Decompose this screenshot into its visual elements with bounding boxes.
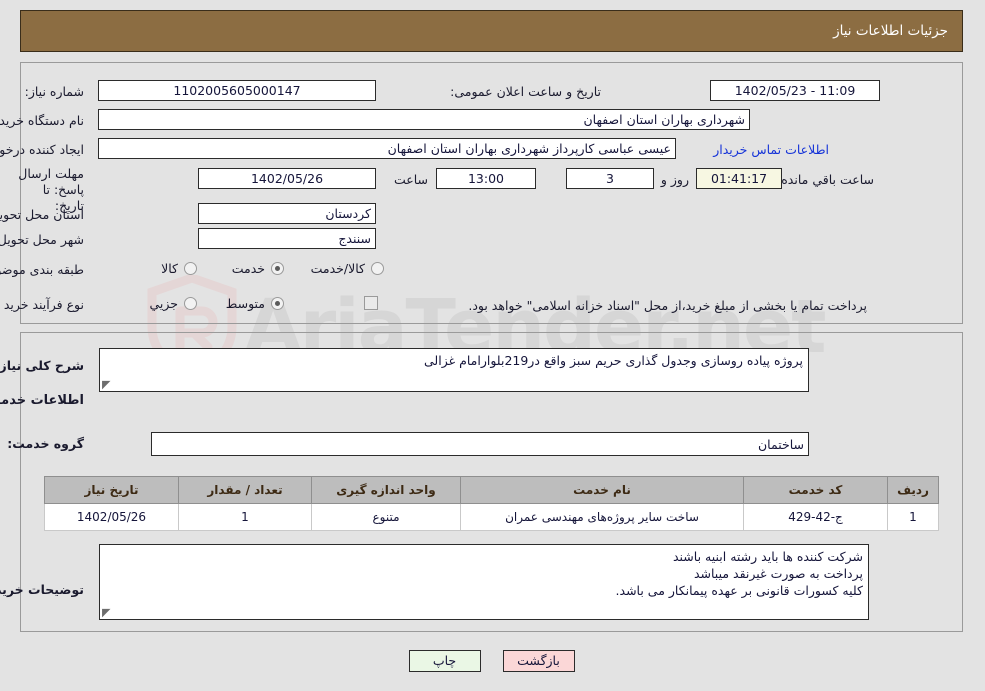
- islamic-treasury-label: پرداخت تمام یا بخشی از مبلغ خرید،از محل …: [469, 298, 868, 313]
- buyer-note-line: پرداخت به صورت غیرنقد میباشد: [694, 566, 864, 581]
- radio-category-goods-indicator[interactable]: [185, 262, 198, 275]
- cell-row-number: 1: [888, 503, 940, 531]
- remaining-days-value: 3: [567, 168, 655, 189]
- back-button[interactable]: بازگشت: [503, 650, 576, 672]
- delivery-province-label: استان محل تحویل:: [0, 207, 85, 222]
- general-description-text: پروژه پیاده روسازی وجدول گذاری حریم سبز …: [425, 353, 804, 368]
- request-creator-label: ایجاد کننده درخواست:: [0, 142, 85, 157]
- request-creator-value: عیسی عباسی کارپرداز شهرداری بهاران استان…: [99, 138, 677, 159]
- islamic-treasury-checkbox[interactable]: [365, 296, 379, 310]
- service-group-label: گروه خدمت:: [8, 436, 85, 451]
- services-info-title: اطلاعات خدمات مورد نیاز: [0, 393, 85, 408]
- remaining-hours-label: ساعت باقي مانده: [782, 172, 875, 187]
- radio-category-goods-service-label: کالا/خدمت: [311, 261, 366, 276]
- col-need-date: تاریخ نیاز: [45, 476, 180, 504]
- announcement-datetime-value: 11:09 - 1402/05/23: [711, 80, 881, 101]
- radio-category-goods-service-indicator[interactable]: [372, 262, 385, 275]
- buyer-contact-link[interactable]: اطلاعات تماس خریدار: [714, 142, 830, 157]
- purchase-process-label: نوع فرآیند خرید :: [0, 297, 85, 312]
- radio-purchase-minor[interactable]: جزیي: [150, 296, 198, 311]
- page-header-bar: جزئیات اطلاعات نیاز: [21, 10, 964, 52]
- service-group-value: ساختمان: [152, 432, 810, 456]
- delivery-province-value: کردستان: [199, 203, 377, 224]
- deadline-date-value: 1402/05/26: [199, 168, 377, 189]
- deadline-hour-label: ساعت: [394, 172, 429, 187]
- cell-quantity: 1: [179, 503, 313, 531]
- radio-purchase-minor-indicator[interactable]: [185, 297, 198, 310]
- radio-purchase-medium-label: متوسط: [226, 296, 266, 311]
- need-number-value: 1102005605000147: [99, 80, 377, 101]
- remaining-days-label: روز و: [661, 172, 690, 187]
- col-row-number: ردیف: [888, 476, 940, 504]
- general-description-label: شرح کلی نیاز:: [0, 358, 85, 373]
- general-description-textarea[interactable]: پروژه پیاده روسازی وجدول گذاری حریم سبز …: [100, 348, 810, 392]
- radio-category-goods-service[interactable]: کالا/خدمت: [312, 261, 385, 276]
- need-number-label: شماره نیاز:: [25, 84, 85, 99]
- table-row: 1 ج-42-429 ساخت سایر پروژه‌های مهندسی عم…: [45, 503, 940, 531]
- buyer-notes-label: توضیحات خریدار:: [0, 582, 85, 597]
- services-table: ردیف کد خدمت نام خدمت واحد اندازه گیری ت…: [45, 476, 940, 531]
- cell-service-code: ج-42-429: [744, 503, 889, 531]
- table-header-row: ردیف کد خدمت نام خدمت واحد اندازه گیری ت…: [45, 476, 940, 504]
- radio-category-goods[interactable]: کالا: [162, 261, 198, 276]
- buyer-org-value: شهرداری بهاران استان اصفهان: [99, 109, 751, 130]
- col-measure-unit: واحد اندازه گیری: [312, 476, 462, 504]
- delivery-city-label: شهر محل تحویل:: [0, 232, 85, 247]
- subject-category-label: طبقه بندی موضوعی:: [0, 262, 85, 277]
- buyer-notes-textarea[interactable]: شرکت کننده ها باید رشته ابنیه باشند پردا…: [100, 544, 870, 620]
- announcement-datetime-label: تاریخ و ساعت اعلان عمومی:: [451, 84, 602, 99]
- radio-category-service-indicator[interactable]: [272, 262, 285, 275]
- radio-category-goods-label: کالا: [162, 261, 179, 276]
- print-button[interactable]: چاپ: [409, 650, 482, 672]
- radio-category-service[interactable]: خدمت: [233, 261, 285, 276]
- cell-need-date: 1402/05/26: [45, 503, 180, 531]
- resize-grip-icon[interactable]: ◥: [103, 378, 113, 391]
- radio-purchase-minor-label: جزیي: [150, 296, 179, 311]
- col-service-name: نام خدمت: [461, 476, 745, 504]
- col-quantity: تعداد / مقدار: [179, 476, 313, 504]
- delivery-city-value: سنندج: [199, 228, 377, 249]
- footer-actions: بازگشت چاپ: [0, 646, 985, 676]
- page-title: جزئیات اطلاعات نیاز: [834, 23, 949, 39]
- buyer-note-line: شرکت کننده ها باید رشته ابنیه باشند: [673, 549, 864, 564]
- remaining-time-countdown: 01:41:17: [697, 168, 783, 189]
- buyer-note-line: کلیه کسورات قانونی بر عهده پیمانکار می ب…: [616, 583, 864, 598]
- cell-measure-unit: متنوع: [312, 503, 462, 531]
- buyer-org-label: نام دستگاه خریدار:: [0, 113, 85, 128]
- resize-grip-icon[interactable]: ◥: [103, 606, 113, 619]
- radio-purchase-medium[interactable]: متوسط: [227, 296, 285, 311]
- col-service-code: کد خدمت: [744, 476, 889, 504]
- cell-service-name: ساخت سایر پروژه‌های مهندسی عمران: [461, 503, 745, 531]
- deadline-hour-value: 13:00: [437, 168, 537, 189]
- radio-purchase-medium-indicator[interactable]: [272, 297, 285, 310]
- need-summary-panel: [21, 62, 964, 324]
- radio-category-service-label: خدمت: [232, 261, 266, 276]
